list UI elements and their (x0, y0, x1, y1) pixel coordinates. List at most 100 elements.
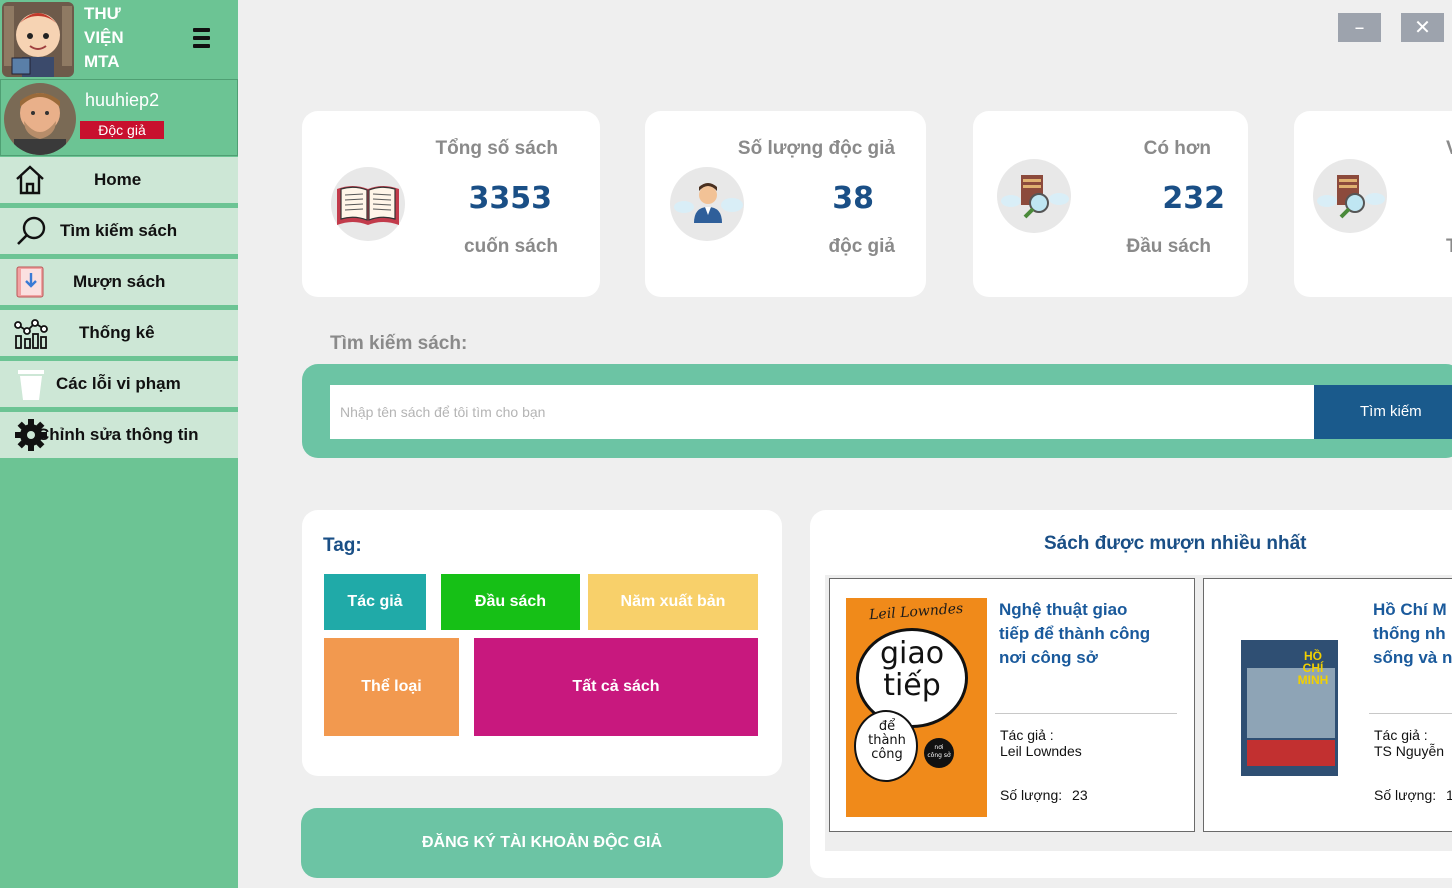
stat-unit: T (1446, 236, 1452, 257)
library-logo (2, 2, 74, 77)
cover-text-line: công sở (927, 752, 951, 759)
quantity-label: Số lượng: (1374, 787, 1437, 803)
book-search-icon (997, 159, 1071, 233)
tag-all-books-button[interactable]: Tất cả sách (474, 638, 758, 736)
nav-item-label: Thống kê (79, 323, 155, 342)
tag-category-button[interactable]: Thể loại (324, 638, 459, 736)
quantity-label: Số lượng: (1000, 787, 1063, 803)
cover-text-line: công (871, 747, 903, 762)
cover-text-line: để (878, 719, 896, 734)
nav-item-statistics[interactable]: Thống kê (0, 310, 238, 356)
sidebar: THƯ VIỆN MTA huuhiep2 Độc giả Home Tìm k… (0, 0, 238, 888)
role-badge: Độc giả (80, 121, 164, 139)
author-label: Tác giả : (1374, 727, 1428, 743)
tag-author-button[interactable]: Tác giả (324, 574, 426, 630)
stat-card-titles: Có hơn 232 Đầu sách (973, 111, 1248, 297)
book-author: Tác giả : TS Nguyễn (1374, 727, 1444, 759)
book-quantity: Số lượng: 23 (1000, 787, 1088, 803)
stat-label: Số lượng độc giả (737, 138, 895, 159)
reader-icon (670, 167, 744, 241)
avatar (4, 83, 76, 155)
book-cover: Leil Lowndes giao tiếp để thành công nơi… (846, 598, 987, 817)
nav-item-label: Chỉnh sửa thông tin (37, 425, 199, 444)
brand-title-line: MTA (84, 52, 120, 71)
cover-text-line: MINH (1297, 673, 1329, 687)
book-title: Nghệ thuật giao tiếp để thành công nơi c… (999, 598, 1150, 670)
stat-unit: độc giả (828, 236, 895, 257)
sidebar-nav: Home Tìm kiếm sách Mượn sách Thống kê Cá… (0, 157, 238, 463)
author-label: Tác giả : (1000, 727, 1054, 743)
book-title-line: thống nh (1373, 624, 1446, 643)
cover-text-line: giao (879, 636, 945, 671)
borrow-book-icon (13, 266, 49, 298)
tag-year-button[interactable]: Năm xuất bản (588, 574, 758, 630)
minimize-button[interactable]: – (1338, 13, 1381, 42)
search-button[interactable]: Tìm kiếm (1314, 385, 1452, 439)
divider (1369, 713, 1452, 714)
brand-title: THƯ VIỆN MTA (84, 2, 124, 74)
username: huuhiep2 (85, 90, 160, 110)
author-name: Leil Lowndes (1000, 743, 1082, 759)
close-button[interactable]: ✕ (1401, 13, 1444, 42)
brand-header: THƯ VIỆN MTA (0, 0, 238, 79)
book-author: Tác giả : Leil Lowndes (1000, 727, 1082, 759)
stat-label: Có hơn (1143, 138, 1211, 159)
nav-item-label: Home (94, 170, 142, 189)
cover-text-line: tiếp (883, 668, 941, 703)
search-icon (13, 215, 49, 247)
nav-item-search[interactable]: Tìm kiếm sách (0, 208, 238, 254)
stat-unit: Đầu sách (1126, 236, 1211, 257)
stat-label: V (1446, 138, 1452, 160)
book-quantity: Số lượng: 1 (1374, 787, 1452, 803)
book-card[interactable]: HỒ CHÍ MINH Hồ Chí M thống nh sống và n … (1203, 578, 1452, 832)
tags-title: Tag: (323, 535, 362, 556)
nav-item-label: Mượn sách (73, 272, 166, 291)
nav-item-label: Tìm kiếm sách (60, 221, 178, 240)
menu-icon[interactable] (193, 28, 210, 50)
user-card: huuhiep2 Độc giả (0, 79, 238, 156)
book-search-icon (1313, 159, 1387, 233)
cover-text-line: thành (868, 733, 906, 748)
book-card[interactable]: Leil Lowndes giao tiếp để thành công nơi… (829, 578, 1195, 832)
stat-card-total-books: Tổng số sách 3353 cuốn sách (302, 111, 600, 297)
home-icon (13, 164, 49, 196)
book-title-line: Nghệ thuật giao (999, 600, 1128, 619)
nav-item-borrow[interactable]: Mượn sách (0, 259, 238, 305)
book-cover: HỒ CHÍ MINH (1241, 640, 1338, 776)
book-title-line: tiếp để thành công (999, 624, 1151, 643)
stat-card-readers: Số lượng độc giả 38 độc giả (645, 111, 926, 297)
book-title-line: Hồ Chí M (1373, 600, 1447, 619)
author-name: TS Nguyễn (1374, 743, 1445, 759)
divider (995, 713, 1177, 714)
register-reader-button[interactable]: ĐĂNG KÝ TÀI KHOẢN ĐỘC GIẢ (301, 808, 783, 878)
cover-band (1247, 740, 1335, 766)
book-title-line: sống và n (1373, 648, 1452, 667)
tag-title-button[interactable]: Đầu sách (441, 574, 580, 630)
stat-label: Tổng số sách (435, 138, 558, 159)
cover-text-line: nơi (934, 744, 944, 751)
cover-text: HỒ CHÍ MINH (1291, 650, 1335, 686)
nav-item-edit-profile[interactable]: Chỉnh sửa thông tin (0, 412, 238, 458)
top-borrowed-title: Sách được mượn nhiều nhất (1044, 533, 1307, 554)
search-input[interactable] (330, 385, 1314, 439)
brand-title-line: THƯ (84, 4, 121, 23)
quantity-value: 1 (1446, 787, 1452, 803)
nav-item-home[interactable]: Home (0, 157, 238, 203)
open-book-icon (331, 167, 405, 241)
nav-item-label: Các lỗi vi phạm (56, 374, 181, 393)
book-title-line: nơi công sở (999, 648, 1098, 667)
cover-badge: nơi công sở (924, 738, 954, 768)
cover-text: giao tiếp (860, 638, 964, 702)
quantity-value: 23 (1072, 787, 1088, 803)
stat-card-fourth: V T (1294, 111, 1452, 297)
brand-title-line: VIỆN (84, 28, 124, 47)
stat-value: 232 (1162, 181, 1225, 216)
statistics-icon (13, 317, 49, 349)
nav-item-violations[interactable]: Các lỗi vi phạm (0, 361, 238, 407)
cover-text: để thành công (858, 720, 916, 762)
trash-icon (13, 368, 49, 400)
stat-unit: cuốn sách (464, 236, 558, 257)
stat-value: 38 (832, 181, 874, 216)
search-section-title: Tìm kiếm sách: (330, 333, 468, 354)
book-title: Hồ Chí M thống nh sống và n (1373, 598, 1452, 670)
